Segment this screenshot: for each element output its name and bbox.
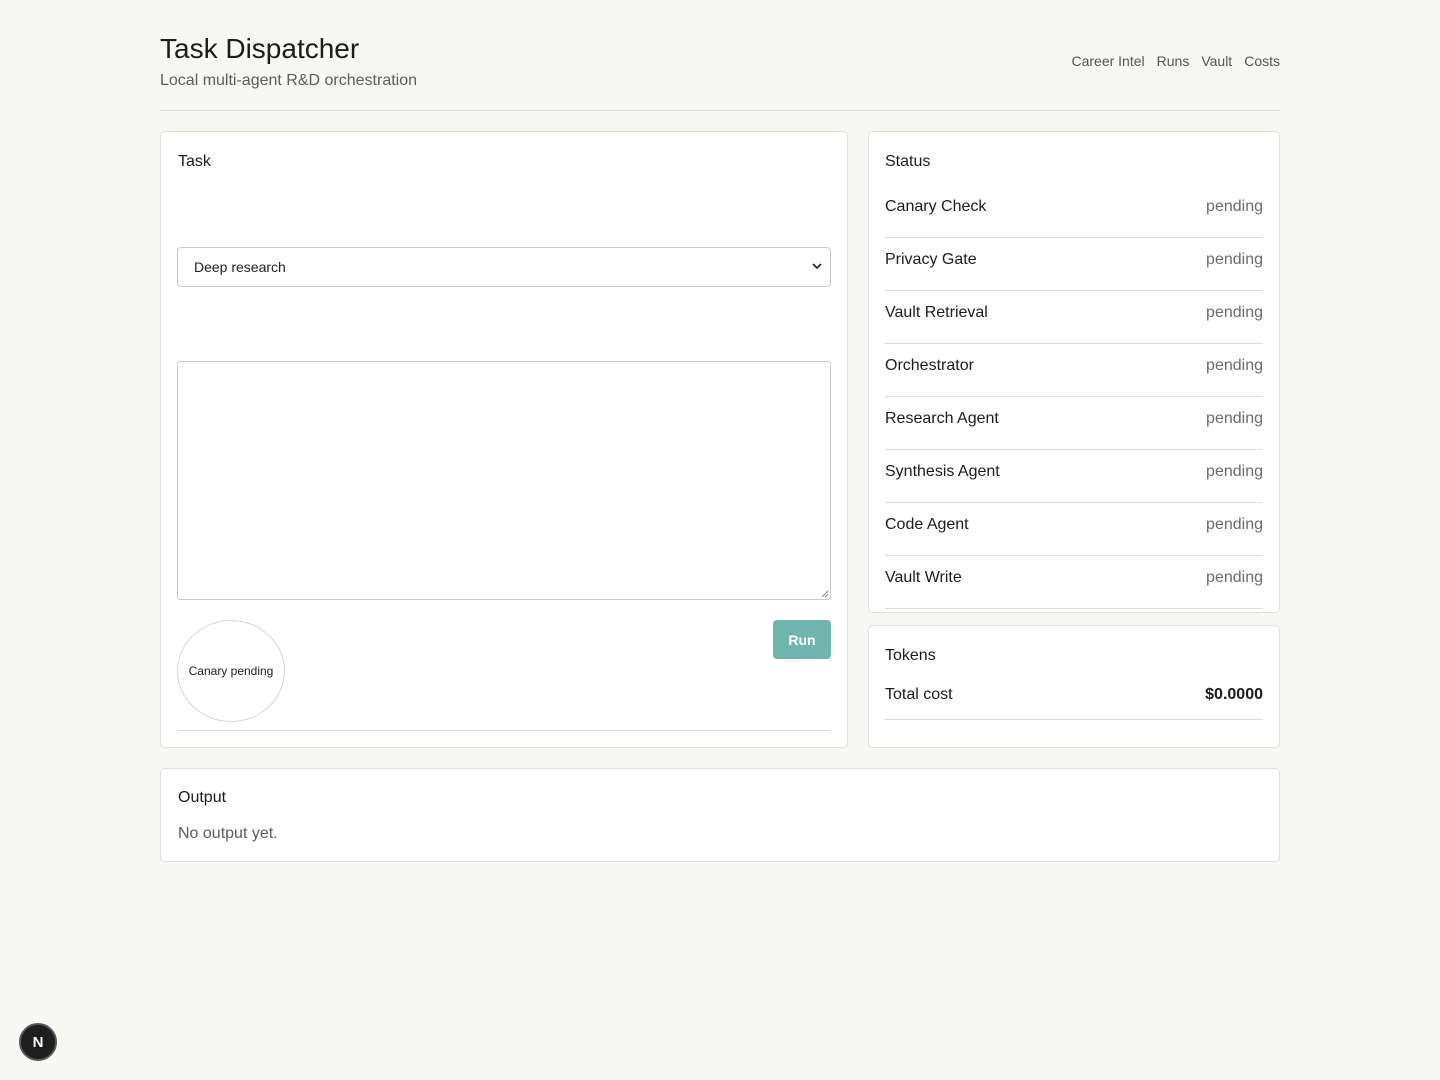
task-heading: Task: [178, 153, 211, 170]
status-value: pending: [1206, 356, 1263, 374]
chevron-down-icon: [812, 263, 822, 270]
status-name: Canary Check: [885, 197, 987, 215]
status-heading: Status: [885, 153, 931, 170]
top-nav: Career Intel Runs Vault Costs: [1071, 53, 1280, 69]
divider: [177, 730, 831, 731]
mode-select-value: Deep research: [194, 259, 286, 275]
status-name: Synthesis Agent: [885, 462, 1000, 480]
total-cost-label: Total cost: [885, 686, 953, 703]
status-row-research-agent: Research Agent pending: [885, 397, 1263, 450]
page-subtitle: Local multi-agent R&D orchestration: [160, 72, 418, 89]
devtools-badge-letter: N: [32, 1033, 44, 1051]
tokens-card: Tokens Total cost $0.0000: [868, 625, 1280, 748]
status-list: Canary Check pending Privacy Gate pendin…: [885, 185, 1263, 609]
status-value: pending: [1206, 303, 1263, 321]
page-header: Task Dispatcher Local multi-agent R&D or…: [160, 30, 1280, 111]
status-card: Status Canary Check pending Privacy Gate…: [868, 131, 1280, 613]
nav-link-vault[interactable]: Vault: [1201, 53, 1232, 69]
status-value: pending: [1206, 250, 1263, 268]
output-heading: Output: [178, 789, 227, 806]
status-value: pending: [1206, 568, 1263, 586]
status-name: Vault Retrieval: [885, 303, 988, 321]
status-name: Vault Write: [885, 568, 962, 586]
status-name: Orchestrator: [885, 356, 974, 374]
tokens-heading: Tokens: [885, 647, 936, 664]
status-row-synthesis-agent: Synthesis Agent pending: [885, 450, 1263, 503]
nav-link-career-intel[interactable]: Career Intel: [1071, 53, 1144, 69]
status-value: pending: [1206, 515, 1263, 533]
total-cost-value: $0.0000: [1205, 686, 1263, 703]
status-name: Privacy Gate: [885, 250, 977, 268]
task-prompt-textarea[interactable]: [177, 361, 831, 600]
status-row-canary-check: Canary Check pending: [885, 185, 1263, 238]
output-card: Output No output yet.: [160, 768, 1280, 862]
status-row-code-agent: Code Agent pending: [885, 503, 1263, 556]
devtools-badge[interactable]: N: [19, 1023, 57, 1061]
nav-link-runs[interactable]: Runs: [1157, 53, 1190, 69]
status-value: pending: [1206, 462, 1263, 480]
status-row-vault-retrieval: Vault Retrieval pending: [885, 291, 1263, 344]
status-row-privacy-gate: Privacy Gate pending: [885, 238, 1263, 291]
status-row-vault-write: Vault Write pending: [885, 556, 1263, 609]
output-text: No output yet.: [178, 825, 278, 842]
status-value: pending: [1206, 197, 1263, 215]
canary-status-badge: Canary pending: [177, 620, 285, 722]
status-name: Research Agent: [885, 409, 999, 427]
status-row-orchestrator: Orchestrator pending: [885, 344, 1263, 397]
total-cost-row: Total cost $0.0000: [885, 686, 1263, 720]
page: Task Dispatcher Local multi-agent R&D or…: [0, 0, 1440, 1080]
status-value: pending: [1206, 409, 1263, 427]
mode-select[interactable]: Deep research: [177, 247, 831, 287]
task-card: Task Deep research Canary pending Run: [160, 131, 848, 748]
nav-link-costs[interactable]: Costs: [1244, 53, 1280, 69]
resize-handle-icon[interactable]: [819, 588, 829, 598]
run-button[interactable]: Run: [773, 620, 831, 659]
status-name: Code Agent: [885, 515, 969, 533]
